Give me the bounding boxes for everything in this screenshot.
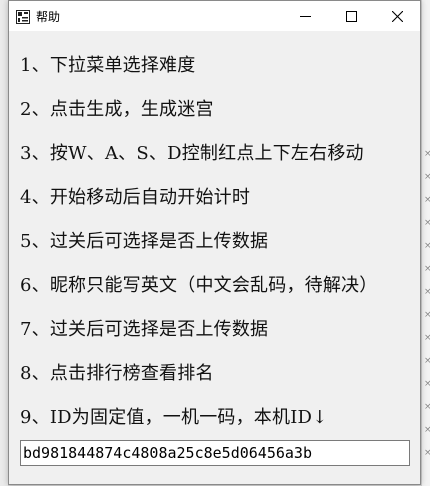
close-button[interactable] <box>374 1 420 31</box>
background-mark: × <box>424 242 430 250</box>
background-mark: × <box>424 403 430 411</box>
background-mark: × <box>424 173 430 181</box>
background-mark: × <box>424 334 430 342</box>
help-line-2: 2、点击生成，生成迷宫 <box>20 99 214 120</box>
help-line-6: 6、昵称只能写英文（中文会乱码，待解决） <box>20 275 378 296</box>
background-mark: × <box>424 150 430 158</box>
help-line-3: 3、按W、A、S、D控制红点上下左右移动 <box>20 143 364 164</box>
background-mark: × <box>424 265 430 273</box>
background-mark: × <box>424 219 430 227</box>
background-window-edge-right: × × × × × × × × × × × × × × <box>421 0 430 486</box>
app-icon <box>16 9 30 24</box>
help-dialog: 帮助 1、下拉菜单选择难度 2、点击生成，生成迷宫 3、按W、A、S、D控制红点… <box>8 0 421 485</box>
background-mark: × <box>424 449 430 457</box>
help-line-8: 8、点击排行榜查看排名 <box>20 363 214 384</box>
close-icon <box>391 7 403 26</box>
title-bar[interactable]: 帮助 <box>9 1 420 31</box>
background-mark: × <box>424 380 430 388</box>
window-title: 帮助 <box>36 9 61 24</box>
help-line-1: 1、下拉菜单选择难度 <box>20 55 196 76</box>
help-line-4: 4、开始移动后自动开始计时 <box>20 187 251 208</box>
background-mark: × <box>424 288 430 296</box>
machine-id-field[interactable] <box>20 440 410 466</box>
background-window-edge-left <box>0 0 8 486</box>
help-content: 1、下拉菜单选择难度 2、点击生成，生成迷宫 3、按W、A、S、D控制红点上下左… <box>9 31 420 484</box>
background-mark: × <box>424 196 430 204</box>
help-line-5: 5、过关后可选择是否上传数据 <box>20 231 269 252</box>
maximize-icon <box>345 7 357 26</box>
minimize-icon <box>299 7 311 26</box>
background-mark: × <box>424 311 430 319</box>
minimize-button[interactable] <box>282 1 328 31</box>
background-mark: × <box>424 426 430 434</box>
help-line-9: 9、ID为固定值，一机一码，本机ID↓ <box>20 407 328 428</box>
background-mark: × <box>424 357 430 365</box>
help-line-7: 7、过关后可选择是否上传数据 <box>20 319 269 340</box>
maximize-button[interactable] <box>328 1 374 31</box>
